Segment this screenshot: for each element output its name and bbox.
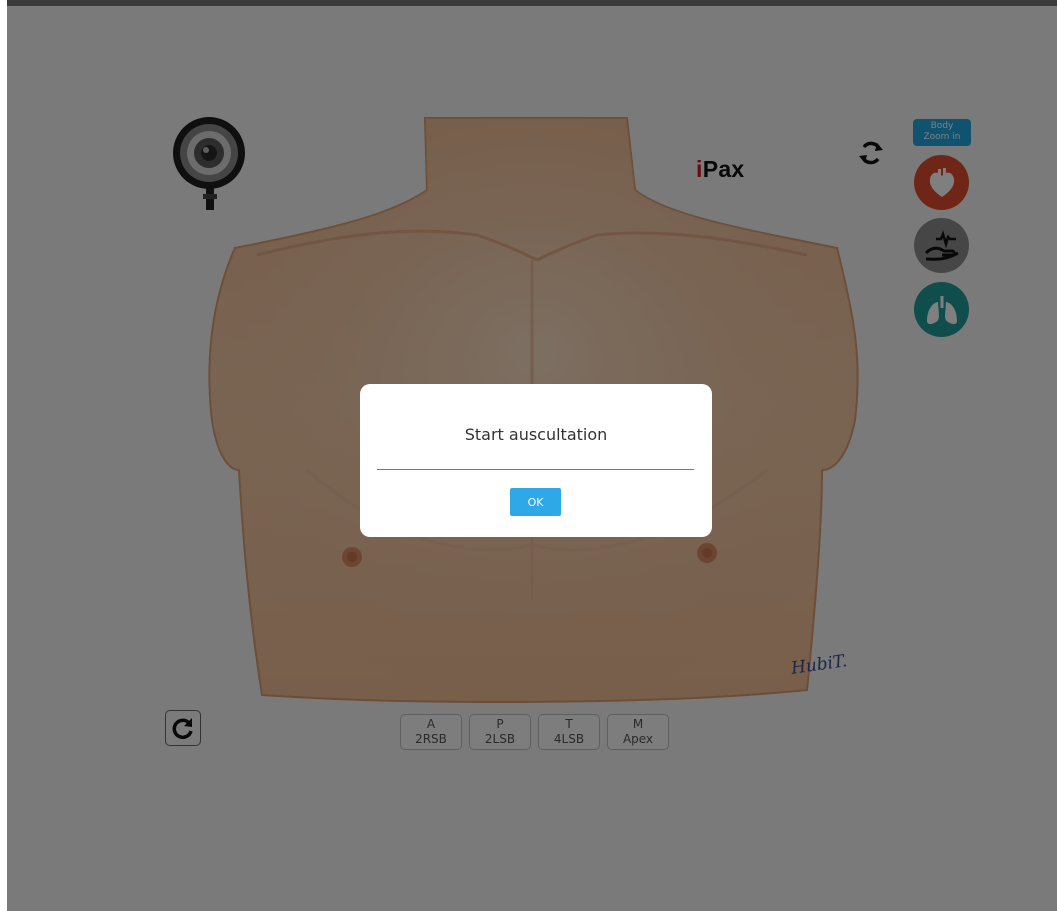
dialog-divider (377, 469, 694, 470)
start-auscultation-dialog: Start auscultation OK (360, 384, 712, 537)
app-window: HubiT. iPax Body Zoom in (7, 0, 1057, 911)
dialog-title: Start auscultation (464, 425, 608, 444)
ok-button[interactable]: OK (510, 488, 561, 516)
